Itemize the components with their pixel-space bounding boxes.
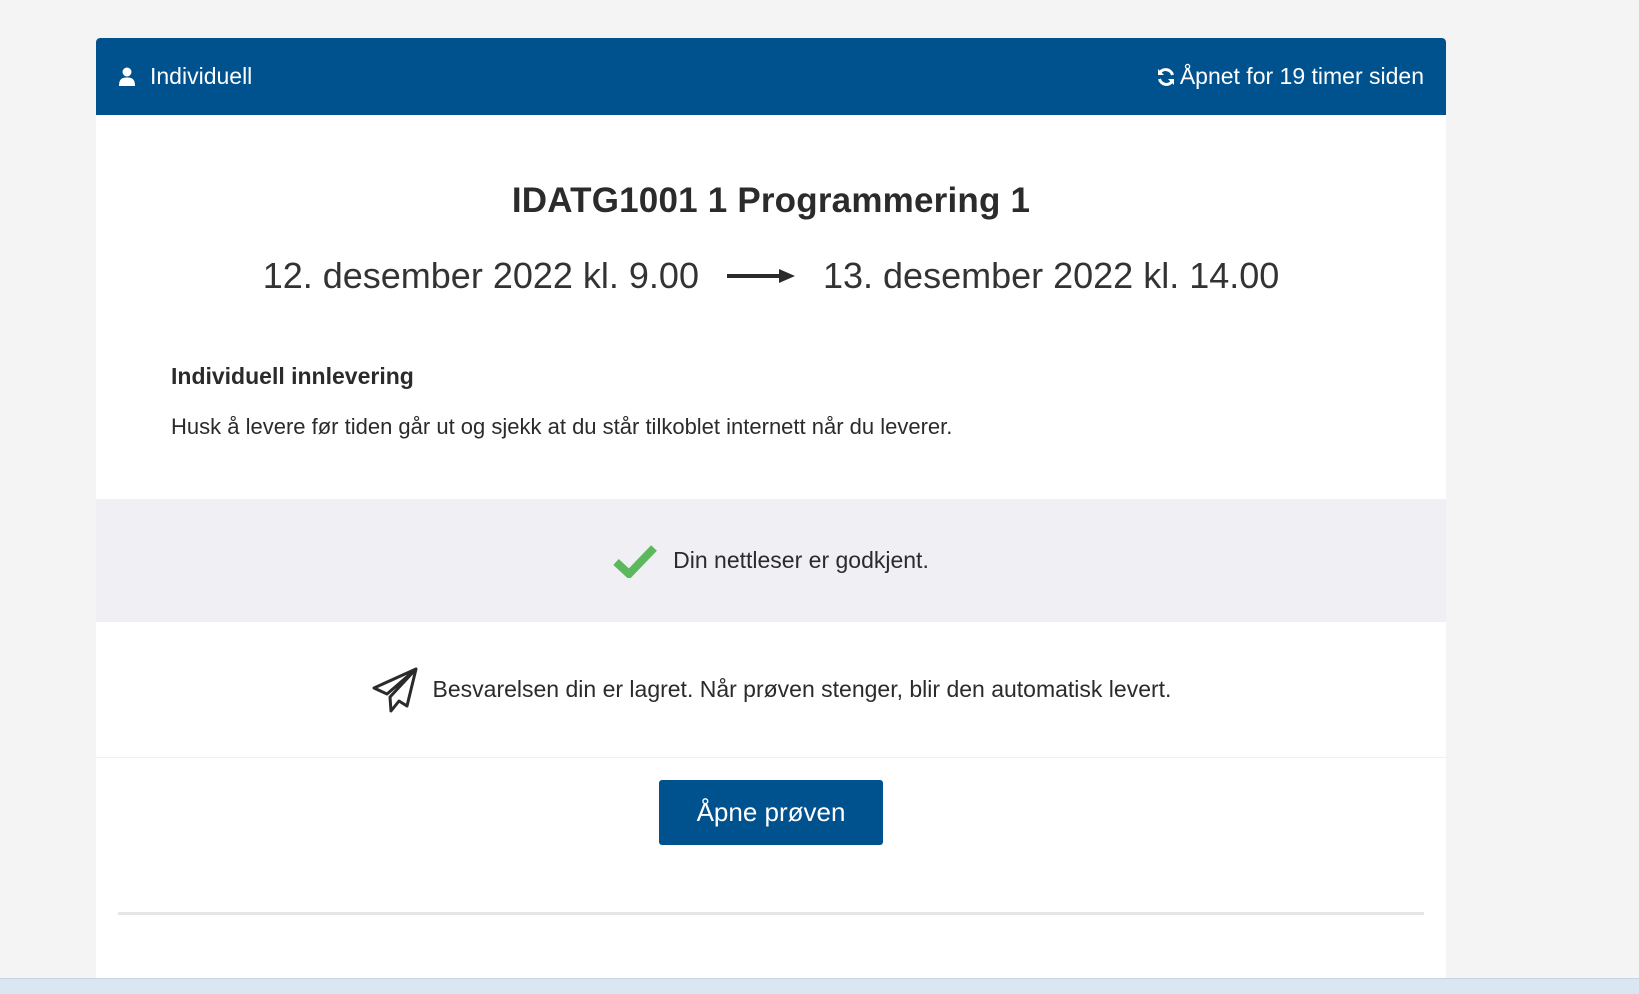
submission-text: Besvarelsen din er lagret. Når prøven st… <box>432 676 1172 702</box>
exam-title: IDATG1001 1 Programmering 1 <box>511 181 1031 220</box>
exam-period: 12. desember 2022 kl. 9.00 13. desember … <box>96 255 1446 297</box>
card-header: Individuell Åpnet for 19 timer siden <box>96 38 1446 115</box>
mode-label: Individuell <box>150 63 253 89</box>
divider <box>118 912 1424 915</box>
start-date: 12. desember 2022 kl. 9.00 <box>262 255 699 296</box>
submission-status: Besvarelsen din er lagret. Når prøven st… <box>96 622 1446 758</box>
browser-check-text: Din nettleser er godkjent. <box>673 547 929 573</box>
status-label: Åpnet for 19 timer siden <box>1179 63 1424 89</box>
taskbar <box>0 978 1639 994</box>
arrow-right-icon <box>726 267 795 285</box>
mode-indicator: Individuell <box>118 63 252 90</box>
end-date: 13. desember 2022 kl. 14.00 <box>822 255 1280 296</box>
paper-plane-icon <box>371 666 419 714</box>
open-status: Åpnet for 19 timer siden <box>1156 63 1424 90</box>
refresh-icon <box>1156 67 1176 87</box>
exam-card: Individuell Åpnet for 19 timer siden IDA… <box>96 38 1446 980</box>
user-icon <box>118 67 136 87</box>
info-text: Husk å levere før tiden går ut og sjekk … <box>171 414 953 439</box>
info-title: Individuell innlevering <box>171 363 414 389</box>
checkmark-icon <box>613 544 658 578</box>
info-section: Individuell innlevering Husk å levere fø… <box>96 363 1446 440</box>
browser-check-banner: Din nettleser er godkjent. <box>96 499 1446 622</box>
open-exam-button[interactable]: Åpne prøven <box>659 780 883 845</box>
